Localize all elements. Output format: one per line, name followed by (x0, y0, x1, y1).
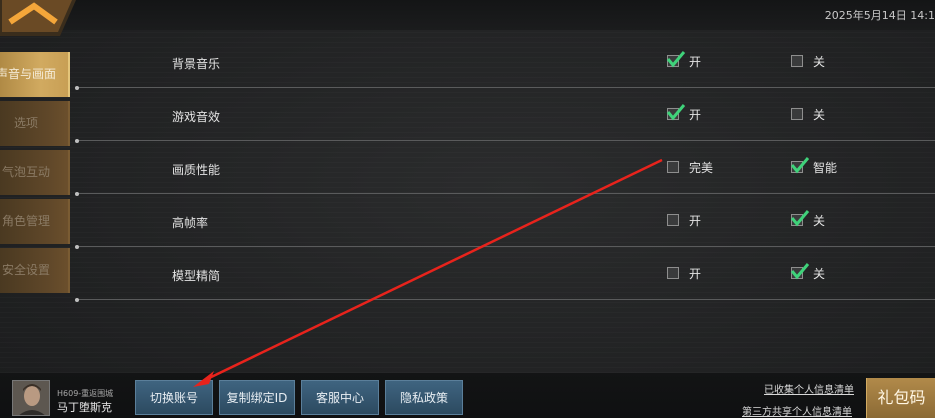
arrow-head-icon (193, 371, 214, 387)
annotation-arrow (193, 158, 663, 387)
settings-screen: 2025年5月14日 14:1 声音与画面 选项 气泡互动 角色管理 安全设置 … (0, 0, 935, 418)
